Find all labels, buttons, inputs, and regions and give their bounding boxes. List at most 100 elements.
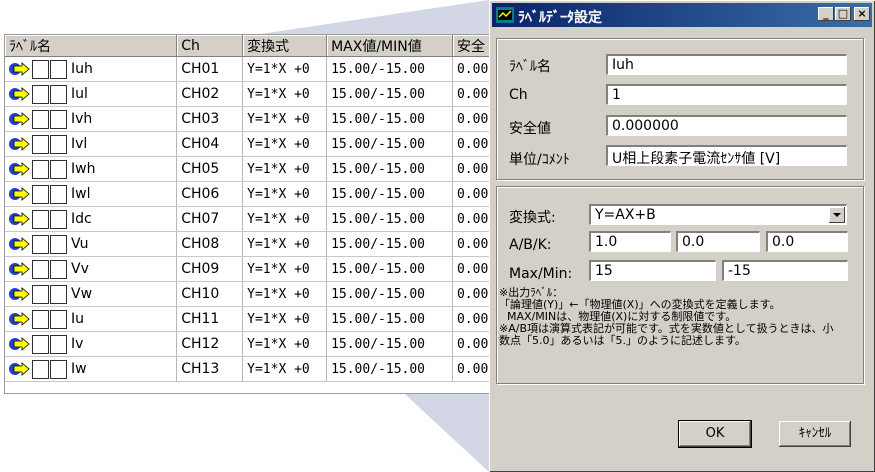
formula-cell[interactable]: Y=1*X +0: [242, 56, 328, 82]
formula-cell[interactable]: Y=1*X +0: [242, 181, 328, 207]
label-cell[interactable]: Iw: [5, 356, 178, 382]
unit-comment-input[interactable]: U相上段素子電流ｾﾝｻ値 [V]: [606, 145, 847, 166]
ch-cell[interactable]: CH05: [176, 156, 244, 182]
table-row[interactable]: Iw CH13 Y=1*X +0 15.00/-15.00 0.00: [5, 356, 493, 382]
maxmin-cell[interactable]: 15.00/-15.00: [326, 306, 453, 332]
table-row[interactable]: Ivl CH04 Y=1*X +0 15.00/-15.00 0.00: [5, 131, 493, 157]
maxmin-cell[interactable]: 15.00/-15.00: [326, 181, 453, 207]
arrow-icon[interactable]: [9, 111, 31, 127]
safe-cell[interactable]: 0.00: [452, 231, 493, 257]
formula-cell[interactable]: Y=1*X +0: [242, 106, 328, 132]
min-input[interactable]: -15: [722, 260, 848, 281]
arrow-icon[interactable]: [9, 211, 31, 227]
col-header-maxmin[interactable]: MAX値/MIN値: [326, 35, 453, 57]
checkbox[interactable]: [50, 284, 67, 304]
table-row[interactable]: Iv CH12 Y=1*X +0 15.00/-15.00 0.00: [5, 331, 493, 357]
maxmin-cell[interactable]: 15.00/-15.00: [326, 256, 453, 282]
safe-cell[interactable]: 0.00: [452, 281, 493, 307]
checkbox[interactable]: [50, 159, 67, 179]
arrow-icon[interactable]: [9, 136, 31, 152]
maxmin-cell[interactable]: 15.00/-15.00: [326, 331, 453, 357]
minimize-button[interactable]: _: [818, 7, 834, 21]
b-input[interactable]: 0.0: [676, 231, 760, 252]
label-cell[interactable]: Iuh: [5, 56, 178, 82]
formula-cell[interactable]: Y=1*X +0: [242, 231, 328, 257]
maxmin-cell[interactable]: 15.00/-15.00: [326, 156, 453, 182]
maxmin-cell[interactable]: 15.00/-15.00: [326, 281, 453, 307]
checkbox[interactable]: [50, 309, 67, 329]
maxmin-cell[interactable]: 15.00/-15.00: [326, 206, 453, 232]
label-cell[interactable]: Vv: [5, 256, 178, 282]
formula-cell[interactable]: Y=1*X +0: [242, 156, 328, 182]
formula-cell[interactable]: Y=1*X +0: [242, 356, 328, 382]
checkbox[interactable]: [50, 134, 67, 154]
arrow-icon[interactable]: [9, 261, 31, 277]
label-cell[interactable]: Iu: [5, 306, 178, 332]
formula-cell[interactable]: Y=1*X +0: [242, 206, 328, 232]
table-row[interactable]: Ivh CH03 Y=1*X +0 15.00/-15.00 0.00: [5, 106, 493, 132]
checkbox[interactable]: [32, 259, 49, 279]
checkbox[interactable]: [50, 359, 67, 379]
checkbox[interactable]: [50, 334, 67, 354]
maximize-button[interactable]: □: [835, 7, 851, 21]
table-row[interactable]: Vw CH10 Y=1*X +0 15.00/-15.00 0.00: [5, 281, 493, 307]
safe-value-input[interactable]: 0.000000: [606, 115, 847, 136]
safe-cell[interactable]: 0.00: [452, 106, 493, 132]
arrow-icon[interactable]: [9, 311, 31, 327]
col-header-label[interactable]: ﾗﾍﾞﾙ名: [5, 35, 178, 57]
label-cell[interactable]: Ivh: [5, 106, 178, 132]
checkbox[interactable]: [50, 109, 67, 129]
checkbox[interactable]: [32, 284, 49, 304]
checkbox[interactable]: [32, 309, 49, 329]
ch-cell[interactable]: CH03: [176, 106, 244, 132]
arrow-icon[interactable]: [9, 286, 31, 302]
formula-cell[interactable]: Y=1*X +0: [242, 256, 328, 282]
ch-cell[interactable]: CH02: [176, 81, 244, 107]
checkbox[interactable]: [32, 59, 49, 79]
label-cell[interactable]: Iul: [5, 81, 178, 107]
label-cell[interactable]: Iwh: [5, 156, 178, 182]
checkbox[interactable]: [32, 109, 49, 129]
maxmin-cell[interactable]: 15.00/-15.00: [326, 231, 453, 257]
formula-cell[interactable]: Y=1*X +0: [242, 281, 328, 307]
checkbox[interactable]: [32, 334, 49, 354]
table-row[interactable]: Iwl CH06 Y=1*X +0 15.00/-15.00 0.00: [5, 181, 493, 207]
maxmin-cell[interactable]: 15.00/-15.00: [326, 106, 453, 132]
ch-cell[interactable]: CH12: [176, 331, 244, 357]
arrow-icon[interactable]: [9, 86, 31, 102]
formula-select[interactable]: Y=AX+B: [589, 204, 847, 225]
chevron-down-icon[interactable]: [829, 207, 845, 223]
safe-cell[interactable]: 0.00: [452, 156, 493, 182]
ch-cell[interactable]: CH13: [176, 356, 244, 382]
checkbox[interactable]: [32, 84, 49, 104]
checkbox[interactable]: [32, 209, 49, 229]
formula-cell[interactable]: Y=1*X +0: [242, 131, 328, 157]
safe-cell[interactable]: 0.00: [452, 356, 493, 382]
safe-cell[interactable]: 0.00: [452, 331, 493, 357]
cancel-button[interactable]: ｷｬﾝｾﾙ: [779, 421, 851, 447]
dialog-titlebar[interactable]: ﾗﾍﾞﾙﾃﾞｰﾀ設定 _ □ ×: [492, 3, 872, 27]
label-name-input[interactable]: Iuh: [606, 54, 847, 75]
maxmin-cell[interactable]: 15.00/-15.00: [326, 356, 453, 382]
checkbox[interactable]: [32, 159, 49, 179]
ch-cell[interactable]: CH06: [176, 181, 244, 207]
label-cell[interactable]: Iwl: [5, 181, 178, 207]
safe-cell[interactable]: 0.00: [452, 181, 493, 207]
table-row[interactable]: Vv CH09 Y=1*X +0 15.00/-15.00 0.00: [5, 256, 493, 282]
table-row[interactable]: Vu CH08 Y=1*X +0 15.00/-15.00 0.00: [5, 231, 493, 257]
formula-cell[interactable]: Y=1*X +0: [242, 331, 328, 357]
checkbox[interactable]: [32, 234, 49, 254]
ok-button[interactable]: OK: [678, 420, 752, 448]
label-cell[interactable]: Ivl: [5, 131, 178, 157]
arrow-icon[interactable]: [9, 336, 31, 352]
col-header-safe[interactable]: 安全: [452, 35, 493, 57]
close-button[interactable]: ×: [854, 7, 870, 21]
safe-cell[interactable]: 0.00: [452, 131, 493, 157]
ch-cell[interactable]: CH11: [176, 306, 244, 332]
checkbox[interactable]: [50, 259, 67, 279]
ch-cell[interactable]: CH07: [176, 206, 244, 232]
arrow-icon[interactable]: [9, 161, 31, 177]
max-input[interactable]: 15: [589, 260, 716, 281]
safe-cell[interactable]: 0.00: [452, 306, 493, 332]
checkbox[interactable]: [50, 84, 67, 104]
